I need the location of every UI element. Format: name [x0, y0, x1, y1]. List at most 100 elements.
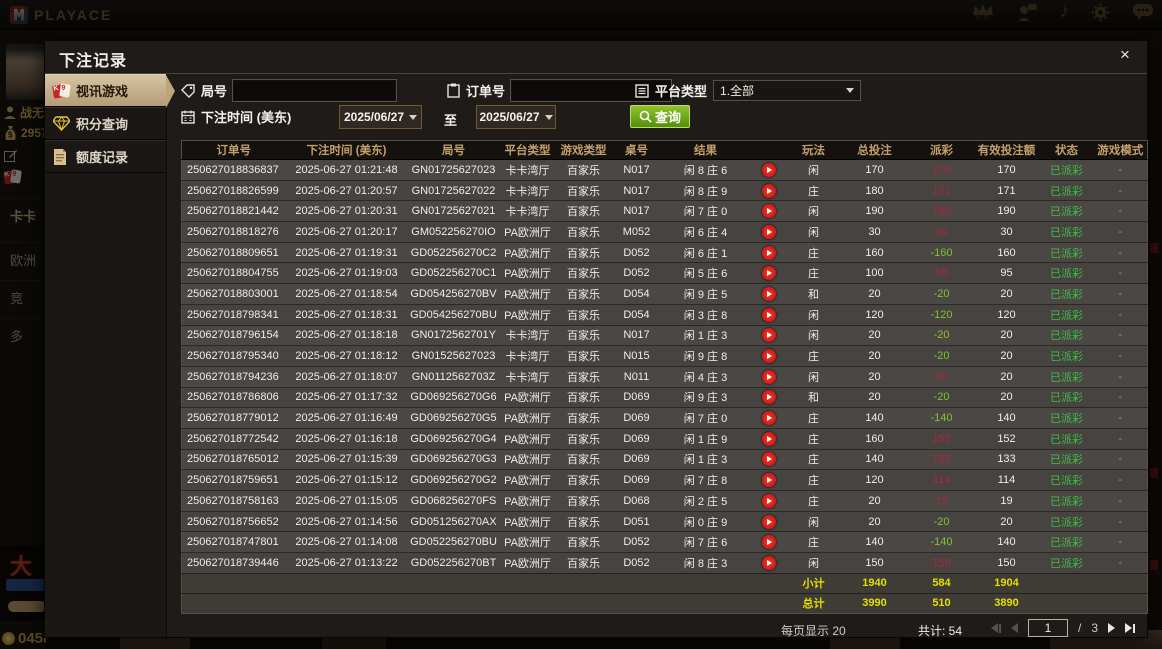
cell-order-id: 250627018739446 — [181, 552, 286, 574]
cell-total-bet: 160 — [839, 427, 910, 450]
cell-valid-bet: 171 — [973, 179, 1040, 201]
cell-status: 已派彩 — [1039, 531, 1094, 553]
replay-button[interactable] — [761, 555, 776, 570]
cell-payout: 150 — [909, 552, 974, 574]
cell-replay — [749, 179, 788, 201]
replay-button[interactable] — [761, 473, 776, 488]
cell-order-id: 250627018798341 — [181, 303, 286, 325]
cell-total-bet: 140 — [839, 407, 910, 429]
cell-table-number: D069 — [611, 386, 662, 408]
cell-bet-time: 2025-06-27 01:16:49 — [285, 407, 408, 429]
cell-game-type: 百家乐 — [555, 221, 612, 243]
cell-bet-time: 2025-06-27 01:14:56 — [285, 510, 408, 532]
table-row: 250627018772542 2025-06-27 01:16:18 GD0692… — [181, 427, 1148, 450]
replay-button[interactable] — [761, 204, 776, 219]
cell-result: 闲 9 庄 3 — [661, 386, 750, 408]
cell-platform: 卡卡湾厅 — [499, 200, 556, 222]
replay-button[interactable] — [761, 307, 776, 322]
cell-table-number: N017 — [611, 179, 662, 201]
replay-button[interactable] — [761, 245, 776, 260]
round-number-input[interactable] — [232, 79, 398, 102]
table-row: 250627018759651 2025-06-27 01:15:12 GD0692… — [181, 469, 1148, 491]
cell-bet-type: 庄 — [787, 490, 840, 512]
sidebar-item-video-games[interactable]: K9 视讯游戏 — [45, 74, 175, 108]
replay-button[interactable] — [761, 390, 776, 405]
prev-page-button[interactable] — [1010, 623, 1018, 633]
replay-button[interactable] — [761, 328, 776, 343]
replay-button[interactable] — [761, 452, 776, 467]
cell-bet-time: 2025-06-27 01:14:08 — [285, 531, 408, 553]
cell-bet-time: 2025-06-27 01:15:05 — [285, 490, 408, 512]
bet-records-dialog: 下注记录 × K9 视讯游戏 积分查询 额度记录 局号 订单号 平台类型 1.全… — [44, 40, 1148, 638]
cell-order-id: 250627018779012 — [181, 407, 286, 429]
cell-payout: 30 — [909, 221, 974, 243]
cell-table-number: D054 — [611, 303, 662, 325]
cell-game-type: 百家乐 — [555, 552, 612, 574]
column-header: 下注时间 (美东) — [285, 140, 408, 160]
cell-bet-type: 庄 — [787, 427, 840, 450]
cell-table-number: D054 — [611, 283, 662, 305]
sidebar-item-points-query[interactable]: 积分查询 — [45, 107, 166, 140]
replay-button[interactable] — [761, 431, 776, 446]
column-header: 玩法 — [787, 140, 840, 160]
cell-result: 闲 8 庄 3 — [661, 552, 750, 574]
date-to-picker[interactable]: 2025/06/27 — [476, 105, 556, 129]
replay-button[interactable] — [761, 349, 776, 364]
next-page-button[interactable] — [1108, 623, 1115, 633]
cell-total-bet: 120 — [839, 303, 910, 325]
platform-type-select[interactable]: 1.全部 — [713, 80, 862, 101]
replay-button[interactable] — [761, 224, 776, 239]
replay-button[interactable] — [761, 493, 776, 508]
order-filter-label: 订单号 — [466, 84, 506, 99]
cell-bet-type: 和 — [787, 283, 840, 305]
cell-status: 已派彩 — [1039, 159, 1094, 181]
search-button[interactable]: 查询 — [630, 105, 691, 128]
cell-valid-bet: 95 — [973, 262, 1040, 284]
replay-button[interactable] — [761, 183, 776, 198]
cell-result: 闲 1 庄 3 — [661, 448, 750, 470]
last-page-button[interactable] — [1125, 623, 1135, 633]
close-icon[interactable]: × — [1115, 45, 1135, 65]
replay-button[interactable] — [761, 286, 776, 301]
replay-button[interactable] — [761, 162, 776, 177]
cell-total-bet: 20 — [839, 324, 910, 346]
table-row: 250627018826599 2025-06-27 01:20:57 GN0172… — [181, 179, 1148, 201]
cell-bet-time: 2025-06-27 01:18:12 — [285, 345, 408, 367]
cell-platform: PA欧洲厅 — [499, 303, 556, 325]
calendar-icon — [181, 110, 195, 124]
cell-payout: 95 — [909, 262, 974, 284]
cell-round-number: GN01725627021 — [407, 200, 500, 222]
column-header: 结果 — [661, 140, 750, 160]
replay-button[interactable] — [761, 369, 776, 384]
cell-platform: PA欧洲厅 — [499, 221, 556, 243]
cell-status: 已派彩 — [1039, 179, 1094, 201]
sidebar-item-quota-records[interactable]: 额度记录 — [45, 140, 166, 173]
replay-button[interactable] — [761, 514, 776, 529]
bet-records-table: 订单号 下注时间 (美东) 局号 平台类型 游戏类型 桌号 结果 玩法 总投注 派彩 有效投注额 状态… — [181, 140, 1148, 614]
cell-replay — [749, 469, 788, 491]
column-header: 状态 — [1039, 140, 1094, 160]
cell-payout: -20 — [909, 386, 974, 408]
cell-round-number: GN01725627023 — [407, 159, 500, 181]
first-page-button[interactable] — [990, 623, 1001, 633]
cell-table-number: N017 — [611, 324, 662, 346]
cell-status: 已派彩 — [1039, 241, 1094, 263]
cell-replay — [749, 531, 788, 553]
table-row: 250627018739446 2025-06-27 01:13:22 GD0522… — [181, 552, 1148, 574]
document-icon — [53, 148, 70, 165]
date-from-picker[interactable]: 2025/06/27 — [339, 105, 422, 129]
replay-button[interactable] — [761, 411, 776, 426]
cell-game-mode: - — [1093, 469, 1148, 491]
cell-platform: 卡卡湾厅 — [499, 365, 556, 388]
cell-bet-type: 闲 — [787, 552, 840, 574]
page-number-input[interactable] — [1027, 619, 1068, 637]
cell-result: 闲 4 庄 3 — [661, 365, 750, 388]
total-payout: 510 — [909, 592, 974, 614]
column-header: 桌号 — [611, 140, 662, 160]
search-icon — [639, 110, 652, 123]
replay-button[interactable] — [761, 535, 776, 550]
cell-valid-bet: 30 — [973, 221, 1040, 243]
replay-button[interactable] — [761, 266, 776, 281]
cell-valid-bet: 170 — [973, 159, 1040, 181]
cell-order-id: 250627018759651 — [181, 469, 286, 491]
